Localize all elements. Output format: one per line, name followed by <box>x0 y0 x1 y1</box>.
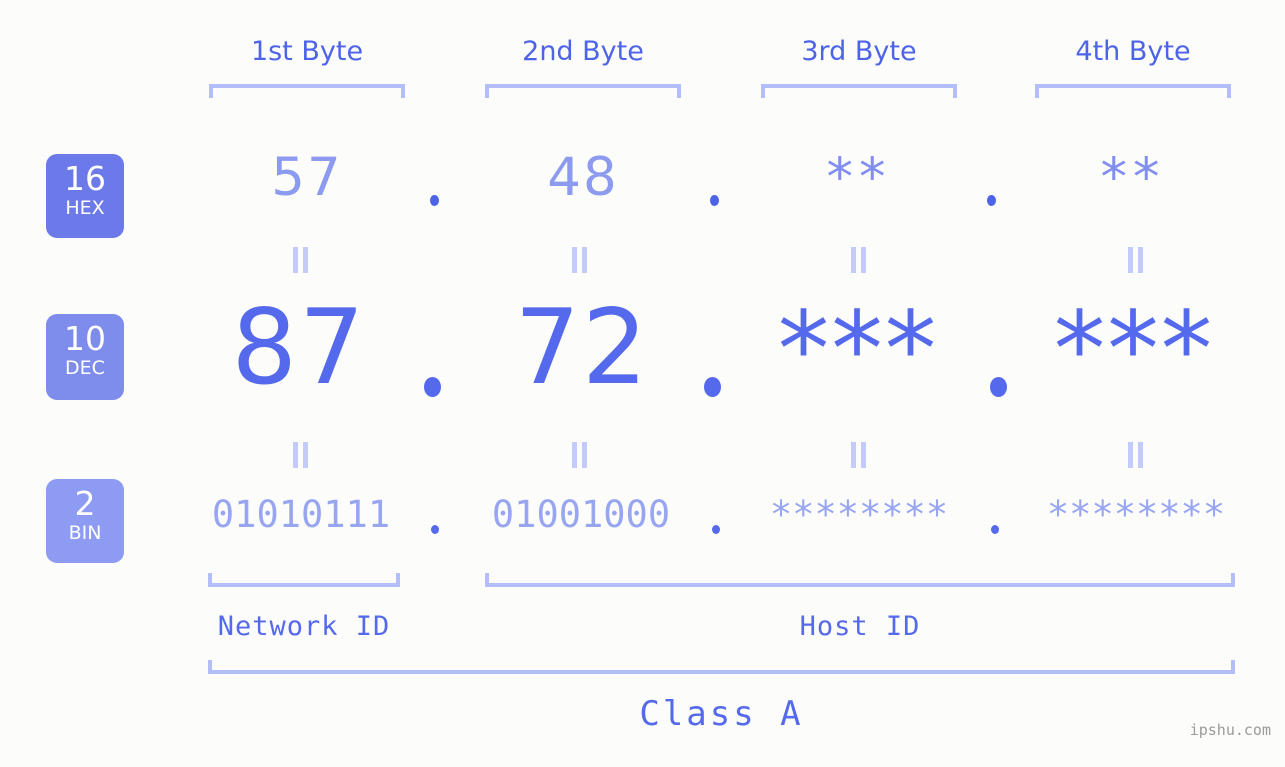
equality-marker-dec-bin-1 <box>292 442 310 468</box>
dec-separator-3 <box>990 377 1007 397</box>
bin-separator-3 <box>991 525 999 534</box>
base-badge-dec-number: 10 <box>64 319 106 358</box>
hex-separator-2 <box>710 195 719 206</box>
hex-separator-1 <box>430 195 439 206</box>
network-id-label: Network ID <box>217 611 391 642</box>
base-badge-dec: 10 DEC <box>46 314 124 400</box>
base-badge-bin-abbr: BIN <box>68 522 102 544</box>
base-badge-hex-abbr: HEX <box>65 197 105 219</box>
byte-bracket-2 <box>485 84 681 98</box>
dec-byte-3-value: *** <box>777 290 939 410</box>
base-badge-bin: 2 BIN <box>46 479 124 563</box>
dec-separator-1 <box>424 377 441 397</box>
equality-marker-hex-dec-1 <box>292 247 310 273</box>
hex-byte-4-value: ** <box>1100 147 1166 208</box>
byte-bracket-1 <box>209 84 405 98</box>
byte-header-2: 2nd Byte <box>522 36 644 67</box>
byte-header-3: 3rd Byte <box>801 36 917 67</box>
bin-byte-3-value: ******** <box>769 493 949 536</box>
hex-byte-3-value: ** <box>826 147 892 208</box>
host-id-label: Host ID <box>799 611 921 642</box>
ip-byte-diagram: 1st Byte 2nd Byte 3rd Byte 4th Byte 16 H… <box>0 0 1285 767</box>
class-bracket <box>208 660 1235 674</box>
site-watermark: ipshu.com <box>1189 721 1271 739</box>
equality-marker-hex-dec-4 <box>1127 247 1145 273</box>
hex-separator-3 <box>987 195 996 206</box>
class-label: Class A <box>639 694 804 734</box>
network-id-bracket <box>208 573 400 587</box>
hex-byte-2-value: 48 <box>547 147 619 208</box>
host-id-bracket <box>485 573 1235 587</box>
bin-byte-1-value: 01010111 <box>211 493 391 536</box>
bin-separator-2 <box>712 525 720 534</box>
dec-byte-2-value: 72 <box>514 288 650 408</box>
dec-separator-2 <box>704 377 721 397</box>
equality-marker-dec-bin-2 <box>571 442 589 468</box>
equality-marker-hex-dec-3 <box>850 247 868 273</box>
equality-marker-dec-bin-4 <box>1127 442 1145 468</box>
bin-byte-2-value: 01001000 <box>491 493 671 536</box>
dec-byte-4-value: *** <box>1053 290 1215 410</box>
byte-header-4: 4th Byte <box>1075 36 1191 67</box>
equality-marker-hex-dec-2 <box>571 247 589 273</box>
byte-bracket-3 <box>761 84 957 98</box>
base-badge-dec-abbr: DEC <box>65 357 105 379</box>
hex-byte-1-value: 57 <box>271 147 343 208</box>
bin-byte-4-value: ******** <box>1046 493 1226 536</box>
base-badge-hex: 16 HEX <box>46 154 124 238</box>
bin-separator-1 <box>431 525 439 534</box>
base-badge-bin-number: 2 <box>74 484 96 523</box>
byte-bracket-4 <box>1035 84 1231 98</box>
dec-byte-1-value: 87 <box>231 288 367 408</box>
base-badge-hex-number: 16 <box>64 159 106 198</box>
equality-marker-dec-bin-3 <box>850 442 868 468</box>
byte-header-1: 1st Byte <box>250 36 364 67</box>
